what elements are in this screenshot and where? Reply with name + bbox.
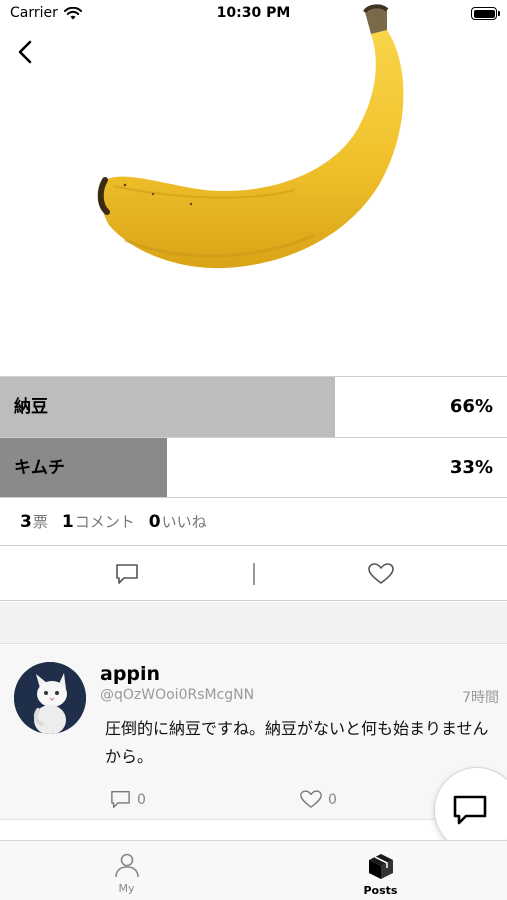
speech-bubble-icon: [453, 795, 487, 825]
likes-label: いいね: [161, 513, 207, 531]
poll-bar-fill: [0, 377, 335, 437]
battery-icon: [471, 7, 500, 20]
comment-card: appin @qOzWOoi0RsMcgNN 7時間 圧倒的に納豆ですね。納豆が…: [0, 645, 507, 820]
votes-count: 3: [20, 512, 32, 532]
like-button[interactable]: [364, 560, 398, 588]
comment-reply-count: 0: [137, 791, 146, 808]
banana-image: [97, 4, 404, 269]
post-actions: [0, 547, 507, 601]
section-divider: [0, 602, 507, 644]
comment-timestamp: 7時間: [462, 690, 499, 706]
comment-like-button[interactable]: 0: [300, 790, 337, 809]
comment-like-count: 0: [328, 791, 337, 808]
comment-reply-button[interactable]: 0: [110, 790, 146, 809]
cat-avatar-icon: [14, 662, 86, 734]
avatar[interactable]: [14, 662, 86, 734]
comments-label: コメント: [74, 513, 135, 531]
poll-option-natto[interactable]: 納豆 66%: [0, 376, 507, 437]
heart-icon: [368, 563, 394, 584]
poll-option-percent: 33%: [449, 457, 493, 478]
poll-option-label: キムチ: [14, 458, 65, 478]
comment-icon: [111, 791, 130, 808]
poll-option-percent: 66%: [449, 396, 493, 417]
poll-option-label: 納豆: [14, 397, 48, 417]
box-icon: [368, 854, 393, 879]
comment-button[interactable]: [110, 560, 144, 588]
person-icon: [114, 853, 139, 878]
comment-username[interactable]: appin: [100, 663, 160, 685]
likes-count: 0: [148, 512, 161, 532]
comments-stat: 1コメント: [62, 511, 135, 532]
comment-text: 圧倒的に納豆ですね。納豆がないと何も始まりませんから。: [105, 719, 489, 766]
tab-posts[interactable]: Posts: [254, 841, 507, 900]
tab-my-label: My: [118, 882, 135, 895]
votes-stat: 3票: [20, 511, 48, 532]
tab-bar: My Posts: [0, 840, 507, 900]
chevron-left-icon: [18, 40, 32, 64]
poll-option-kimchi[interactable]: キムチ 33%: [0, 437, 507, 498]
likes-stat: 0いいね: [149, 511, 207, 532]
back-button[interactable]: [8, 34, 42, 70]
votes-label: 票: [32, 513, 48, 531]
poll-stats: 3票 1コメント 0いいね: [0, 498, 507, 546]
comment-icon: [116, 564, 138, 584]
action-divider: [253, 563, 255, 585]
tab-my[interactable]: My: [0, 841, 253, 900]
comment-handle: @qOzWOoi0RsMcgNN: [100, 687, 255, 703]
heart-icon: [300, 790, 322, 808]
comments-count: 1: [61, 512, 74, 532]
tab-posts-label: Posts: [363, 884, 398, 897]
